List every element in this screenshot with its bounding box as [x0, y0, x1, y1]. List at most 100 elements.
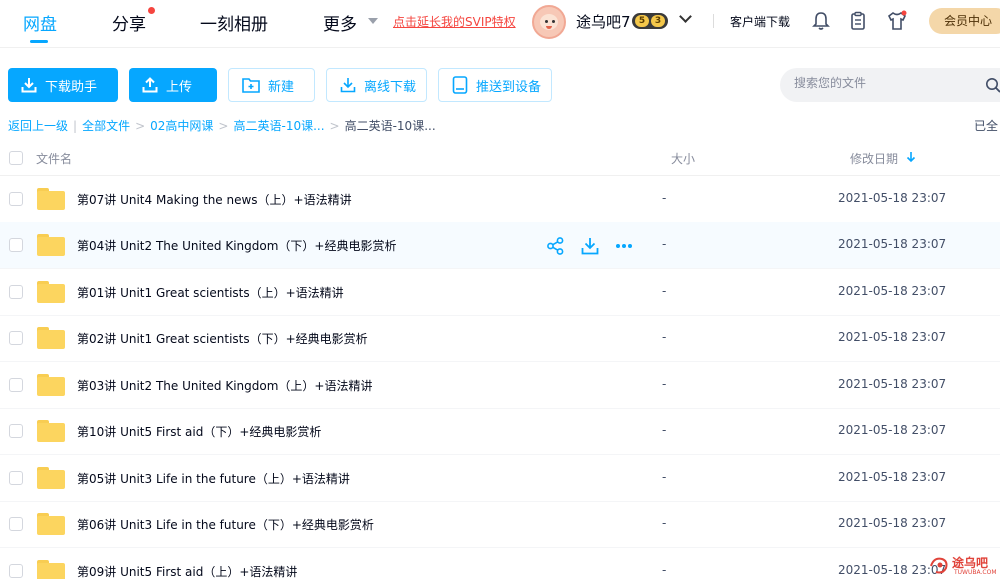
row-checkbox[interactable] [9, 378, 23, 392]
download-icon[interactable] [580, 236, 600, 256]
skin-shirt-icon[interactable] [886, 10, 908, 32]
folder-icon [37, 234, 65, 256]
file-name[interactable]: 第01讲 Unit1 Great scientists（上）+语法精讲 [77, 284, 344, 301]
notification-dot [148, 7, 155, 14]
table-row[interactable]: 第04讲 Unit2 The United Kingdom（下）+经典电影赏析 … [0, 222, 1000, 269]
file-date: 2021-05-18 23:07 [838, 191, 947, 205]
level-a: 5 [635, 15, 649, 27]
watermark-logo: 途乌吧 TUWUBA.COM [928, 552, 998, 578]
new-folder-label: 新建 [268, 79, 295, 95]
new-folder-icon [242, 78, 260, 93]
avatar[interactable] [532, 5, 566, 39]
svip-promo-link[interactable]: 点击延长我的SVIP特权 [393, 13, 516, 30]
folder-icon [37, 513, 65, 535]
more-icon[interactable] [614, 236, 634, 256]
breadcrumb-all-files[interactable]: 全部文件 [82, 119, 130, 133]
table-row[interactable]: 第09讲 Unit5 First aid（上）+语法精讲 - 2021-05-1… [0, 548, 1000, 579]
row-checkbox[interactable] [9, 285, 23, 299]
file-date: 2021-05-18 23:07 [838, 470, 947, 484]
tab-netdisk[interactable]: 网盘 [23, 10, 57, 35]
file-name[interactable]: 第10讲 Unit5 First aid（下）+经典电影赏析 [77, 423, 321, 440]
breadcrumb: 返回上一级 | 全部文件 >02高中网课 > 高二英语-10课... > 高二英语-10课..… [8, 119, 436, 133]
file-date: 2021-05-18 23:07 [838, 330, 947, 344]
download-helper-button[interactable]: 下载助手 [8, 68, 118, 102]
sort-desc-arrow-icon[interactable] [906, 151, 916, 163]
upload-icon [142, 77, 158, 93]
table-row[interactable]: 第06讲 Unit3 Life in the future（下）+经典电影赏析 … [0, 501, 1000, 548]
row-checkbox[interactable] [9, 192, 23, 206]
vip-center-button[interactable]: 会员中心 [929, 8, 1000, 34]
search-box [780, 68, 1000, 102]
file-date: 2021-05-18 23:07 [838, 423, 947, 437]
file-size: - [662, 237, 667, 251]
file-size: - [662, 423, 667, 437]
folder-icon [37, 467, 65, 489]
offline-download-label: 离线下载 [364, 79, 417, 95]
search-input[interactable] [794, 76, 974, 90]
column-header-size[interactable]: 大小 [671, 150, 695, 167]
select-all-checkbox[interactable] [9, 151, 23, 165]
row-checkbox[interactable] [9, 517, 23, 531]
username[interactable]: 途乌吧7 [576, 11, 631, 32]
file-size: - [662, 284, 667, 298]
file-name[interactable]: 第07讲 Unit4 Making the news（上）+语法精讲 [77, 191, 352, 208]
divider [713, 14, 714, 28]
upload-label: 上传 [166, 79, 193, 95]
row-checkbox[interactable] [9, 471, 23, 485]
tab-more[interactable]: 更多 [323, 10, 357, 35]
file-date: 2021-05-18 23:07 [838, 237, 947, 251]
watermark-logo-icon [930, 557, 948, 574]
file-name[interactable]: 第06讲 Unit3 Life in the future（下）+经典电影赏析 [77, 516, 374, 533]
file-table-header: 文件名 大小 修改日期 [0, 140, 1000, 176]
file-name[interactable]: 第05讲 Unit3 Life in the future（上）+语法精讲 [77, 470, 350, 487]
folder-icon [37, 560, 65, 579]
client-download-link[interactable]: 客户端下载 [730, 13, 790, 30]
file-name[interactable]: 第03讲 Unit2 The United Kingdom（上）+语法精讲 [77, 377, 372, 394]
table-row[interactable]: 第01讲 Unit1 Great scientists（上）+语法精讲 - 20… [0, 269, 1000, 316]
column-header-name[interactable]: 文件名 [36, 150, 72, 167]
breadcrumb-back[interactable]: 返回上一级 [8, 119, 68, 133]
offline-download-icon [340, 78, 356, 93]
clipboard-icon[interactable] [847, 10, 869, 32]
row-checkbox[interactable] [9, 564, 23, 578]
tab-share[interactable]: 分享 [112, 10, 146, 35]
file-size: - [662, 377, 667, 391]
breadcrumb-folder-2[interactable]: 高二英语-10课... [233, 119, 324, 133]
table-row[interactable]: 第07讲 Unit4 Making the news（上）+语法精讲 - 202… [0, 176, 1000, 223]
upload-button[interactable]: 上传 [129, 68, 217, 102]
folder-icon [37, 327, 65, 349]
file-name[interactable]: 第09讲 Unit5 First aid（上）+语法精讲 [77, 563, 297, 579]
tab-album[interactable]: 一刻相册 [200, 10, 268, 35]
caret-down-icon[interactable] [368, 18, 378, 24]
folder-icon [37, 420, 65, 442]
file-size: - [662, 330, 667, 344]
row-checkbox[interactable] [9, 424, 23, 438]
breadcrumb-folder-1[interactable]: 02高中网课 [150, 119, 213, 133]
device-icon [452, 76, 468, 94]
account-chevron-down-icon[interactable] [679, 10, 692, 23]
offline-download-button[interactable]: 离线下载 [326, 68, 427, 102]
column-header-modified[interactable]: 修改日期 [850, 150, 898, 167]
file-date: 2021-05-18 23:07 [838, 284, 947, 298]
watermark-subtext: TUWUBA.COM [954, 569, 997, 576]
table-row[interactable]: 第03讲 Unit2 The United Kingdom（上）+语法精讲 - … [0, 362, 1000, 409]
search-icon[interactable] [985, 77, 1000, 93]
push-device-button[interactable]: 推送到设备 [438, 68, 552, 102]
share-icon[interactable] [546, 236, 566, 256]
file-name[interactable]: 第04讲 Unit2 The United Kingdom（下）+经典电影赏析 [77, 237, 396, 254]
folder-icon [37, 374, 65, 396]
table-row[interactable]: 第10讲 Unit5 First aid（下）+经典电影赏析 - 2021-05… [0, 408, 1000, 455]
table-row[interactable]: 第02讲 Unit1 Great scientists（下）+经典电影赏析 - … [0, 315, 1000, 362]
row-checkbox[interactable] [9, 331, 23, 345]
file-date: 2021-05-18 23:07 [838, 516, 947, 530]
bell-icon[interactable] [810, 10, 832, 32]
file-size: - [662, 516, 667, 530]
table-row[interactable]: 第05讲 Unit3 Life in the future（上）+语法精讲 - … [0, 455, 1000, 502]
loaded-status: 已全 [974, 119, 999, 133]
new-folder-button[interactable]: 新建 [228, 68, 315, 102]
row-actions [546, 236, 634, 256]
row-checkbox[interactable] [9, 238, 23, 252]
file-date: 2021-05-18 23:07 [838, 377, 947, 391]
file-size: - [662, 563, 667, 577]
file-name[interactable]: 第02讲 Unit1 Great scientists（下）+经典电影赏析 [77, 330, 368, 347]
